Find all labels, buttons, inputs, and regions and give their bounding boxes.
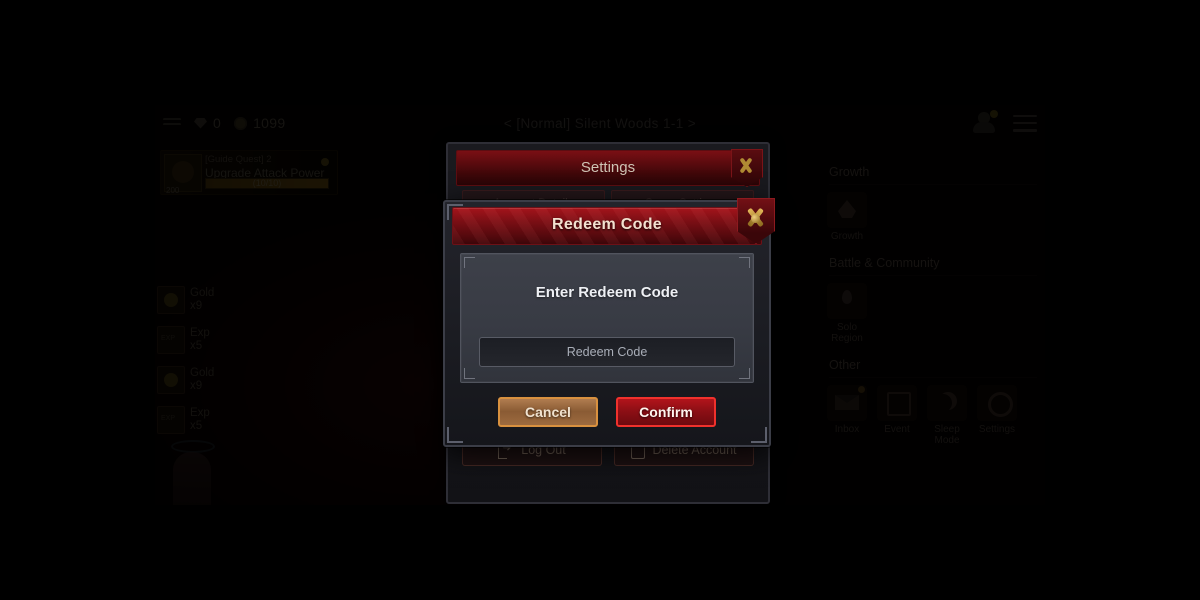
settings-title-bar: Settings [456, 149, 763, 187]
redeem-dialog-title: Redeem Code [552, 216, 662, 233]
dialog-corner-ornament [751, 427, 767, 443]
redeem-actions: Cancel Confirm [445, 397, 769, 427]
confirm-button[interactable]: Confirm [616, 397, 716, 427]
panel-corner-ornament [464, 257, 475, 268]
redeem-heading: Enter Redeem Code [535, 284, 679, 301]
dialog-corner-ornament [447, 427, 463, 443]
panel-corner-ornament [739, 257, 750, 268]
cancel-button[interactable]: Cancel [498, 397, 598, 427]
redeem-code-input[interactable] [479, 337, 735, 367]
redeem-code-dialog: Redeem Code Enter Redeem Code Cancel Con… [443, 198, 775, 447]
settings-title: Settings [580, 159, 636, 176]
crossed-swords-close-icon[interactable] [731, 149, 763, 187]
redeem-title-bar: Redeem Code [452, 207, 762, 245]
panel-corner-ornament [464, 368, 475, 379]
panel-corner-ornament [739, 368, 750, 379]
screen-root: 0 1099 < [Normal] Silent Woods 1-1 > [0, 0, 1200, 600]
redeem-input-panel: Enter Redeem Code [460, 253, 754, 383]
